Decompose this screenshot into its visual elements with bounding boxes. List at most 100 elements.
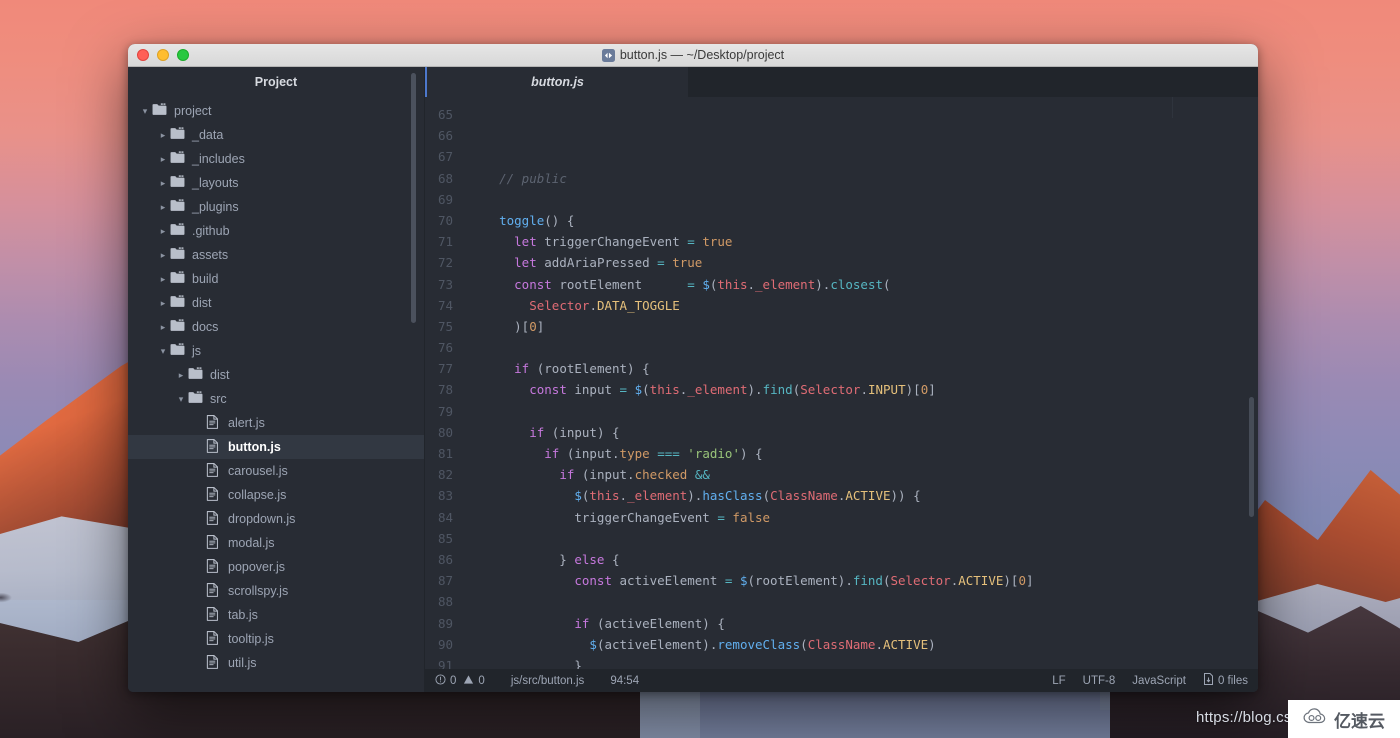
chevron-down-icon[interactable] xyxy=(174,394,188,405)
tree-folder-row[interactable]: build xyxy=(128,267,424,291)
line-ending-selector[interactable]: LF xyxy=(1052,675,1065,687)
code-token: 0 xyxy=(529,318,537,334)
cursor-position[interactable]: 94:54 xyxy=(610,675,639,687)
encoding-selector[interactable]: UTF-8 xyxy=(1083,675,1116,687)
code-token: toggle xyxy=(499,212,545,228)
language-selector[interactable]: JavaScript xyxy=(1132,675,1186,687)
code-token: 0 xyxy=(1018,573,1026,589)
warning-indicator[interactable]: 0 xyxy=(463,674,485,688)
code-line: let addAriaPressed = true xyxy=(469,252,1258,273)
line-number: 89 xyxy=(437,615,453,631)
tree-folder-row[interactable]: _includes xyxy=(128,147,424,171)
tab-button-js[interactable]: button.js xyxy=(425,67,688,97)
code-token: ). xyxy=(747,382,763,398)
tree-file-row[interactable]: dropdown.js xyxy=(128,507,424,531)
code-content[interactable]: // public toggle() { let triggerChangeEv… xyxy=(459,97,1258,669)
code-line: if (input.checked && xyxy=(469,464,1258,485)
chevron-right-icon[interactable] xyxy=(156,178,170,189)
editor-scrollbar[interactable] xyxy=(1249,397,1254,517)
close-button[interactable] xyxy=(137,49,149,61)
code-token: ] xyxy=(1025,573,1034,589)
zoom-button[interactable] xyxy=(177,49,189,61)
tree-folder-row[interactable]: js xyxy=(128,339,424,363)
tree-folder-row[interactable]: docs xyxy=(128,315,424,339)
line-number: 73 xyxy=(437,276,453,292)
sidebar-scrollbar[interactable] xyxy=(411,73,416,323)
tree-item-label: collapse.js xyxy=(228,488,287,502)
code-token: _element xyxy=(627,488,688,504)
tree-file-row[interactable]: tooltip.js xyxy=(128,627,424,651)
chevron-right-icon[interactable] xyxy=(156,226,170,237)
code-token: === xyxy=(657,446,680,462)
chevron-right-icon[interactable] xyxy=(174,370,188,381)
code-token: = xyxy=(657,255,665,271)
code-token: this xyxy=(649,382,680,398)
code-area[interactable]: 65 66 67 68 69 70 71 72 73 74 75 76 77 78 79 80 81 82 83 84… xyxy=(425,97,1258,669)
code-token: (input. xyxy=(559,446,620,462)
status-file-path[interactable]: js/src/button.js xyxy=(511,675,585,687)
chevron-right-icon[interactable] xyxy=(156,154,170,165)
chevron-down-icon[interactable] xyxy=(138,106,152,117)
chevron-down-icon[interactable] xyxy=(156,346,170,357)
error-indicator[interactable]: 0 xyxy=(435,673,457,688)
tree-file-row[interactable]: scrollspy.js xyxy=(128,579,424,603)
line-number: 76 xyxy=(437,340,453,356)
tree-folder-row[interactable]: dist xyxy=(128,363,424,387)
chevron-right-icon[interactable] xyxy=(156,322,170,333)
minimize-button[interactable] xyxy=(157,49,169,61)
tree-file-row[interactable]: collapse.js xyxy=(128,483,424,507)
tree-file-row[interactable]: modal.js xyxy=(128,531,424,555)
line-number: 84 xyxy=(437,509,453,525)
tree-file-row[interactable]: button.js xyxy=(128,435,424,459)
tree-folder-row[interactable]: .github xyxy=(128,219,424,243)
tree-item-label: js xyxy=(192,344,202,358)
chevron-right-icon[interactable] xyxy=(156,274,170,285)
chevron-right-icon[interactable] xyxy=(156,250,170,261)
tree-folder-row[interactable]: dist xyxy=(128,291,424,315)
chevron-right-icon[interactable] xyxy=(156,298,170,309)
code-token: _element xyxy=(755,276,816,292)
window-title-text: button.js — ~/Desktop/project xyxy=(619,48,785,62)
folder-icon xyxy=(170,343,186,359)
tree-folder-row[interactable]: _layouts xyxy=(128,171,424,195)
error-count: 0 xyxy=(450,674,457,687)
file-icon xyxy=(206,630,222,648)
code-token: ACTIVE xyxy=(958,573,1004,589)
git-files-count: 0 files xyxy=(1217,674,1248,687)
tree-folder-row[interactable]: _data xyxy=(128,123,424,147)
tree-item-label: dist xyxy=(192,296,212,310)
code-line: const input = $(this._element).find(Sele… xyxy=(469,379,1258,400)
tree-item-label: _plugins xyxy=(192,200,239,214)
line-number: 69 xyxy=(437,191,453,207)
git-changes-indicator[interactable]: 0 files xyxy=(1203,673,1248,688)
tree-folder-row[interactable]: _plugins xyxy=(128,195,424,219)
tree-file-row[interactable]: carousel.js xyxy=(128,459,424,483)
tree-file-row[interactable]: util.js xyxy=(128,651,424,675)
code-token: DATA_TOGGLE xyxy=(596,297,680,313)
cloud-logo-icon xyxy=(1303,708,1329,730)
tree-item-label: _data xyxy=(192,128,224,142)
tree-folder-row[interactable]: assets xyxy=(128,243,424,267)
warning-count: 0 xyxy=(478,674,485,687)
folder-icon xyxy=(170,319,186,335)
tree-file-row[interactable]: alert.js xyxy=(128,411,424,435)
tree-folder-row[interactable]: project xyxy=(128,99,424,123)
tree-folder-row[interactable]: src xyxy=(128,387,424,411)
tree-file-row[interactable]: popover.js xyxy=(128,555,424,579)
line-number: 82 xyxy=(437,467,453,483)
folder-icon xyxy=(188,367,204,383)
window-titlebar[interactable]: button.js — ~/Desktop/project xyxy=(128,44,1258,67)
file-tree[interactable]: project _data _includes _layouts _plugins .gi… xyxy=(128,97,424,692)
chevron-right-icon[interactable] xyxy=(156,130,170,141)
chevron-right-icon[interactable] xyxy=(156,202,170,213)
tree-file-row[interactable]: tab.js xyxy=(128,603,424,627)
